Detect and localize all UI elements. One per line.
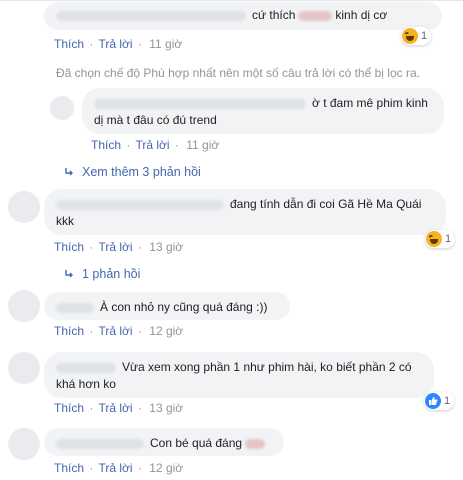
reply-button[interactable]: Trả lời [98,37,132,51]
reaction-count: 1 [444,395,451,407]
comment-author-blurred[interactable] [56,438,144,449]
comment-author-blurred[interactable] [56,362,116,373]
reaction-count: 1 [421,30,428,42]
comment-text-line1: đang tính dẫn đi coi Gã Hề Ma Quái [230,197,422,211]
reply-arrow-icon [65,168,73,176]
separator-dot: · [89,461,94,475]
haha-emoji-icon [402,28,418,44]
comment-time[interactable]: 13 giờ [149,401,183,415]
haha-emoji-icon [426,231,442,247]
comment-bubble-1: cứ thích kinh dị cơ [44,2,442,30]
comment-bubble-2: ờ t đam mê phim kinh dị mà t đâu có đú t… [82,88,444,134]
separator-dot: · [137,240,142,254]
like-thumb-icon [425,393,441,409]
reaction-badge[interactable]: 1 [424,392,455,410]
separator-dot: · [174,138,179,152]
comment-actions-1: Thích · Trả lời · 11 giờ [54,37,182,51]
reply-arrow-icon [65,270,73,278]
see-more-replies-label: Xem thêm 3 phản hồi [82,165,201,179]
reaction-badge[interactable]: 1 [401,27,432,45]
filter-note: Đã chọn chế độ Phù hợp nhất nên một số c… [56,66,420,80]
blurred-word [245,438,266,449]
reaction-badge[interactable]: 1 [425,230,456,248]
replies-link[interactable]: 1 phản hồi [64,267,140,281]
reaction-count: 1 [445,233,452,245]
replies-link-label: 1 phản hồi [82,267,141,281]
comment-text-after: kinh dị cơ [335,8,388,22]
comment-text-line2: khá hơn ko [56,377,116,391]
avatar[interactable] [8,290,40,322]
like-button[interactable]: Thích [54,461,84,475]
top-divider [0,0,463,1]
separator-dot: · [137,461,142,475]
separator-dot: · [137,324,142,338]
avatar[interactable] [8,191,40,223]
comment-time[interactable]: 13 giờ [149,240,183,254]
comment-bubble-3: đang tính dẫn đi coi Gã Hề Ma Quái kkk [44,189,446,235]
comment-time[interactable]: 12 giờ [149,461,183,475]
like-button[interactable]: Thích [54,37,84,51]
comment-actions-4: Thích · Trả lời · 12 giờ [54,324,183,338]
comment-text: cứ thích [252,8,296,22]
comment-author-blurred[interactable] [56,302,94,313]
comment-actions-5: Thích · Trả lời · 13 giờ [54,401,183,415]
comment-actions-6: Thích · Trả lời · 12 giờ [54,461,183,475]
separator-dot: · [137,401,142,415]
reply-button[interactable]: Trả lời [135,138,169,152]
separator-dot: · [89,37,94,51]
like-button[interactable]: Thích [91,138,121,152]
separator-dot: · [89,240,94,254]
reply-button[interactable]: Trả lời [98,461,132,475]
comment-text-line2: kkk [56,214,74,228]
avatar[interactable] [8,352,40,384]
comment-text-line1: ờ t đam mê phim kinh [312,96,428,110]
like-button[interactable]: Thích [54,240,84,254]
comment-actions-3: Thích · Trả lời · 13 giờ [54,240,183,254]
avatar[interactable] [50,96,74,120]
separator-dot: · [126,138,131,152]
avatar[interactable] [8,428,40,460]
see-more-replies-link[interactable]: Xem thêm 3 phản hồi [64,165,201,179]
comment-bubble-4: À con nhỏ ny cũng quá đáng :)) [44,292,290,320]
comment-text: Con bé quá đáng [150,436,243,450]
like-button[interactable]: Thích [54,401,84,415]
comment-bubble-6: Con bé quá đáng [44,428,284,456]
reply-button[interactable]: Trả lời [98,324,132,338]
comment-text: À con nhỏ ny cũng quá đáng :)) [100,300,268,314]
separator-dot: · [89,401,94,415]
like-button[interactable]: Thích [54,324,84,338]
separator-dot: · [89,324,94,338]
reply-button[interactable]: Trả lời [98,401,132,415]
comment-author-blurred[interactable] [56,199,224,210]
separator-dot: · [137,37,142,51]
comment-time[interactable]: 11 giờ [149,37,182,51]
reply-button[interactable]: Trả lời [98,240,132,254]
blurred-word [298,10,333,21]
comment-text-line1: Vừa xem xong phần 1 như phim hài, ko biế… [122,360,412,374]
comment-author-blurred[interactable] [56,10,246,21]
comment-bubble-5: Vừa xem xong phần 1 như phim hài, ko biế… [44,352,434,398]
comment-time[interactable]: 12 giờ [149,324,183,338]
comment-time[interactable]: 11 giờ [186,138,219,152]
comment-author-blurred[interactable] [94,98,306,109]
comment-text-line2: dị mà t đâu có đú trend [94,113,217,127]
comment-actions-2: Thích · Trả lời · 11 giờ [91,138,219,152]
